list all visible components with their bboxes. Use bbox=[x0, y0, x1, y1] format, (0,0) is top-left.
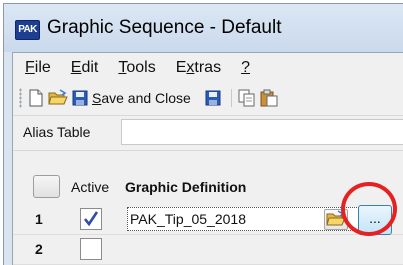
active-checkbox[interactable] bbox=[80, 238, 102, 260]
menu-help-mnemonic: ? bbox=[241, 59, 250, 76]
graphic-definition-value: PAK_Tip_05_2018 bbox=[130, 211, 246, 227]
menu-bar: File Edit Tools Extras ? bbox=[13, 53, 403, 83]
copy-icon bbox=[238, 89, 255, 107]
checkmark-icon bbox=[83, 211, 99, 227]
row-number: 1 bbox=[35, 211, 43, 227]
menu-extras[interactable]: Extras bbox=[176, 59, 221, 77]
menu-edit-mnemonic: E bbox=[70, 59, 82, 76]
paste-icon bbox=[260, 89, 278, 107]
save-close-mnemonic: S bbox=[92, 90, 102, 106]
save-icon bbox=[205, 90, 221, 106]
open-file-button[interactable] bbox=[324, 209, 348, 230]
window-content: File Edit Tools Extras ? Save and Close … bbox=[12, 52, 403, 265]
title-bar[interactable]: PAK Graphic Sequence - Default bbox=[4, 4, 403, 52]
menu-tools-rest: ools bbox=[126, 59, 156, 76]
table-row[interactable]: 1 PAK_Tip_05_2018 ... bbox=[13, 204, 403, 235]
active-checkbox[interactable] bbox=[80, 208, 102, 230]
save-and-close-button[interactable]: Save and Close bbox=[72, 87, 201, 109]
alias-table-input[interactable] bbox=[121, 119, 403, 145]
row-number: 2 bbox=[35, 241, 43, 257]
save-icon bbox=[72, 90, 88, 106]
graphic-definition-grid: Active Graphic Definition 1 PAK_Tip_05_2… bbox=[13, 172, 403, 265]
menu-file-mnemonic: F bbox=[25, 59, 35, 76]
paste-button[interactable] bbox=[260, 87, 278, 109]
save-button[interactable] bbox=[205, 87, 221, 109]
menu-edit-rest: dit bbox=[81, 59, 99, 76]
menu-edit[interactable]: Edit bbox=[71, 59, 99, 77]
graphic-sequence-window: PAK Graphic Sequence - Default File Edit… bbox=[3, 3, 403, 265]
menu-help[interactable]: ? bbox=[241, 59, 250, 77]
grid-header: Active Graphic Definition bbox=[13, 172, 403, 203]
alias-table-label: Alias Table bbox=[23, 124, 91, 140]
open-folder-icon bbox=[326, 210, 346, 226]
alias-table-row: Alias Table bbox=[13, 115, 403, 151]
window-title: Graphic Sequence - Default bbox=[47, 17, 282, 38]
menu-file-rest: ile bbox=[34, 59, 51, 76]
browse-ellipsis-button[interactable]: ... bbox=[358, 205, 392, 235]
column-header-graphic-definition[interactable]: Graphic Definition bbox=[125, 179, 246, 195]
menu-tools[interactable]: Tools bbox=[118, 59, 155, 77]
pak-app-icon: PAK bbox=[15, 20, 40, 40]
menu-extras-prefix: E bbox=[175, 59, 187, 76]
new-document-icon bbox=[29, 89, 43, 107]
open-folder-icon bbox=[48, 89, 68, 105]
table-row[interactable]: 2 bbox=[13, 234, 403, 265]
menu-extras-rest: tras bbox=[194, 59, 222, 76]
toolbar: Save and Close bbox=[13, 84, 403, 112]
column-header-active[interactable]: Active bbox=[71, 179, 109, 195]
open-button[interactable] bbox=[48, 87, 68, 109]
menu-file[interactable]: File bbox=[25, 59, 51, 77]
toolbar-grip[interactable] bbox=[19, 88, 22, 108]
copy-button[interactable] bbox=[238, 87, 256, 109]
save-close-rest: ave and Close bbox=[101, 90, 191, 106]
new-button[interactable] bbox=[28, 87, 44, 109]
save-and-close-label: Save and Close bbox=[92, 90, 191, 106]
toolbar-separator bbox=[230, 89, 232, 107]
select-all-button[interactable] bbox=[33, 175, 60, 198]
